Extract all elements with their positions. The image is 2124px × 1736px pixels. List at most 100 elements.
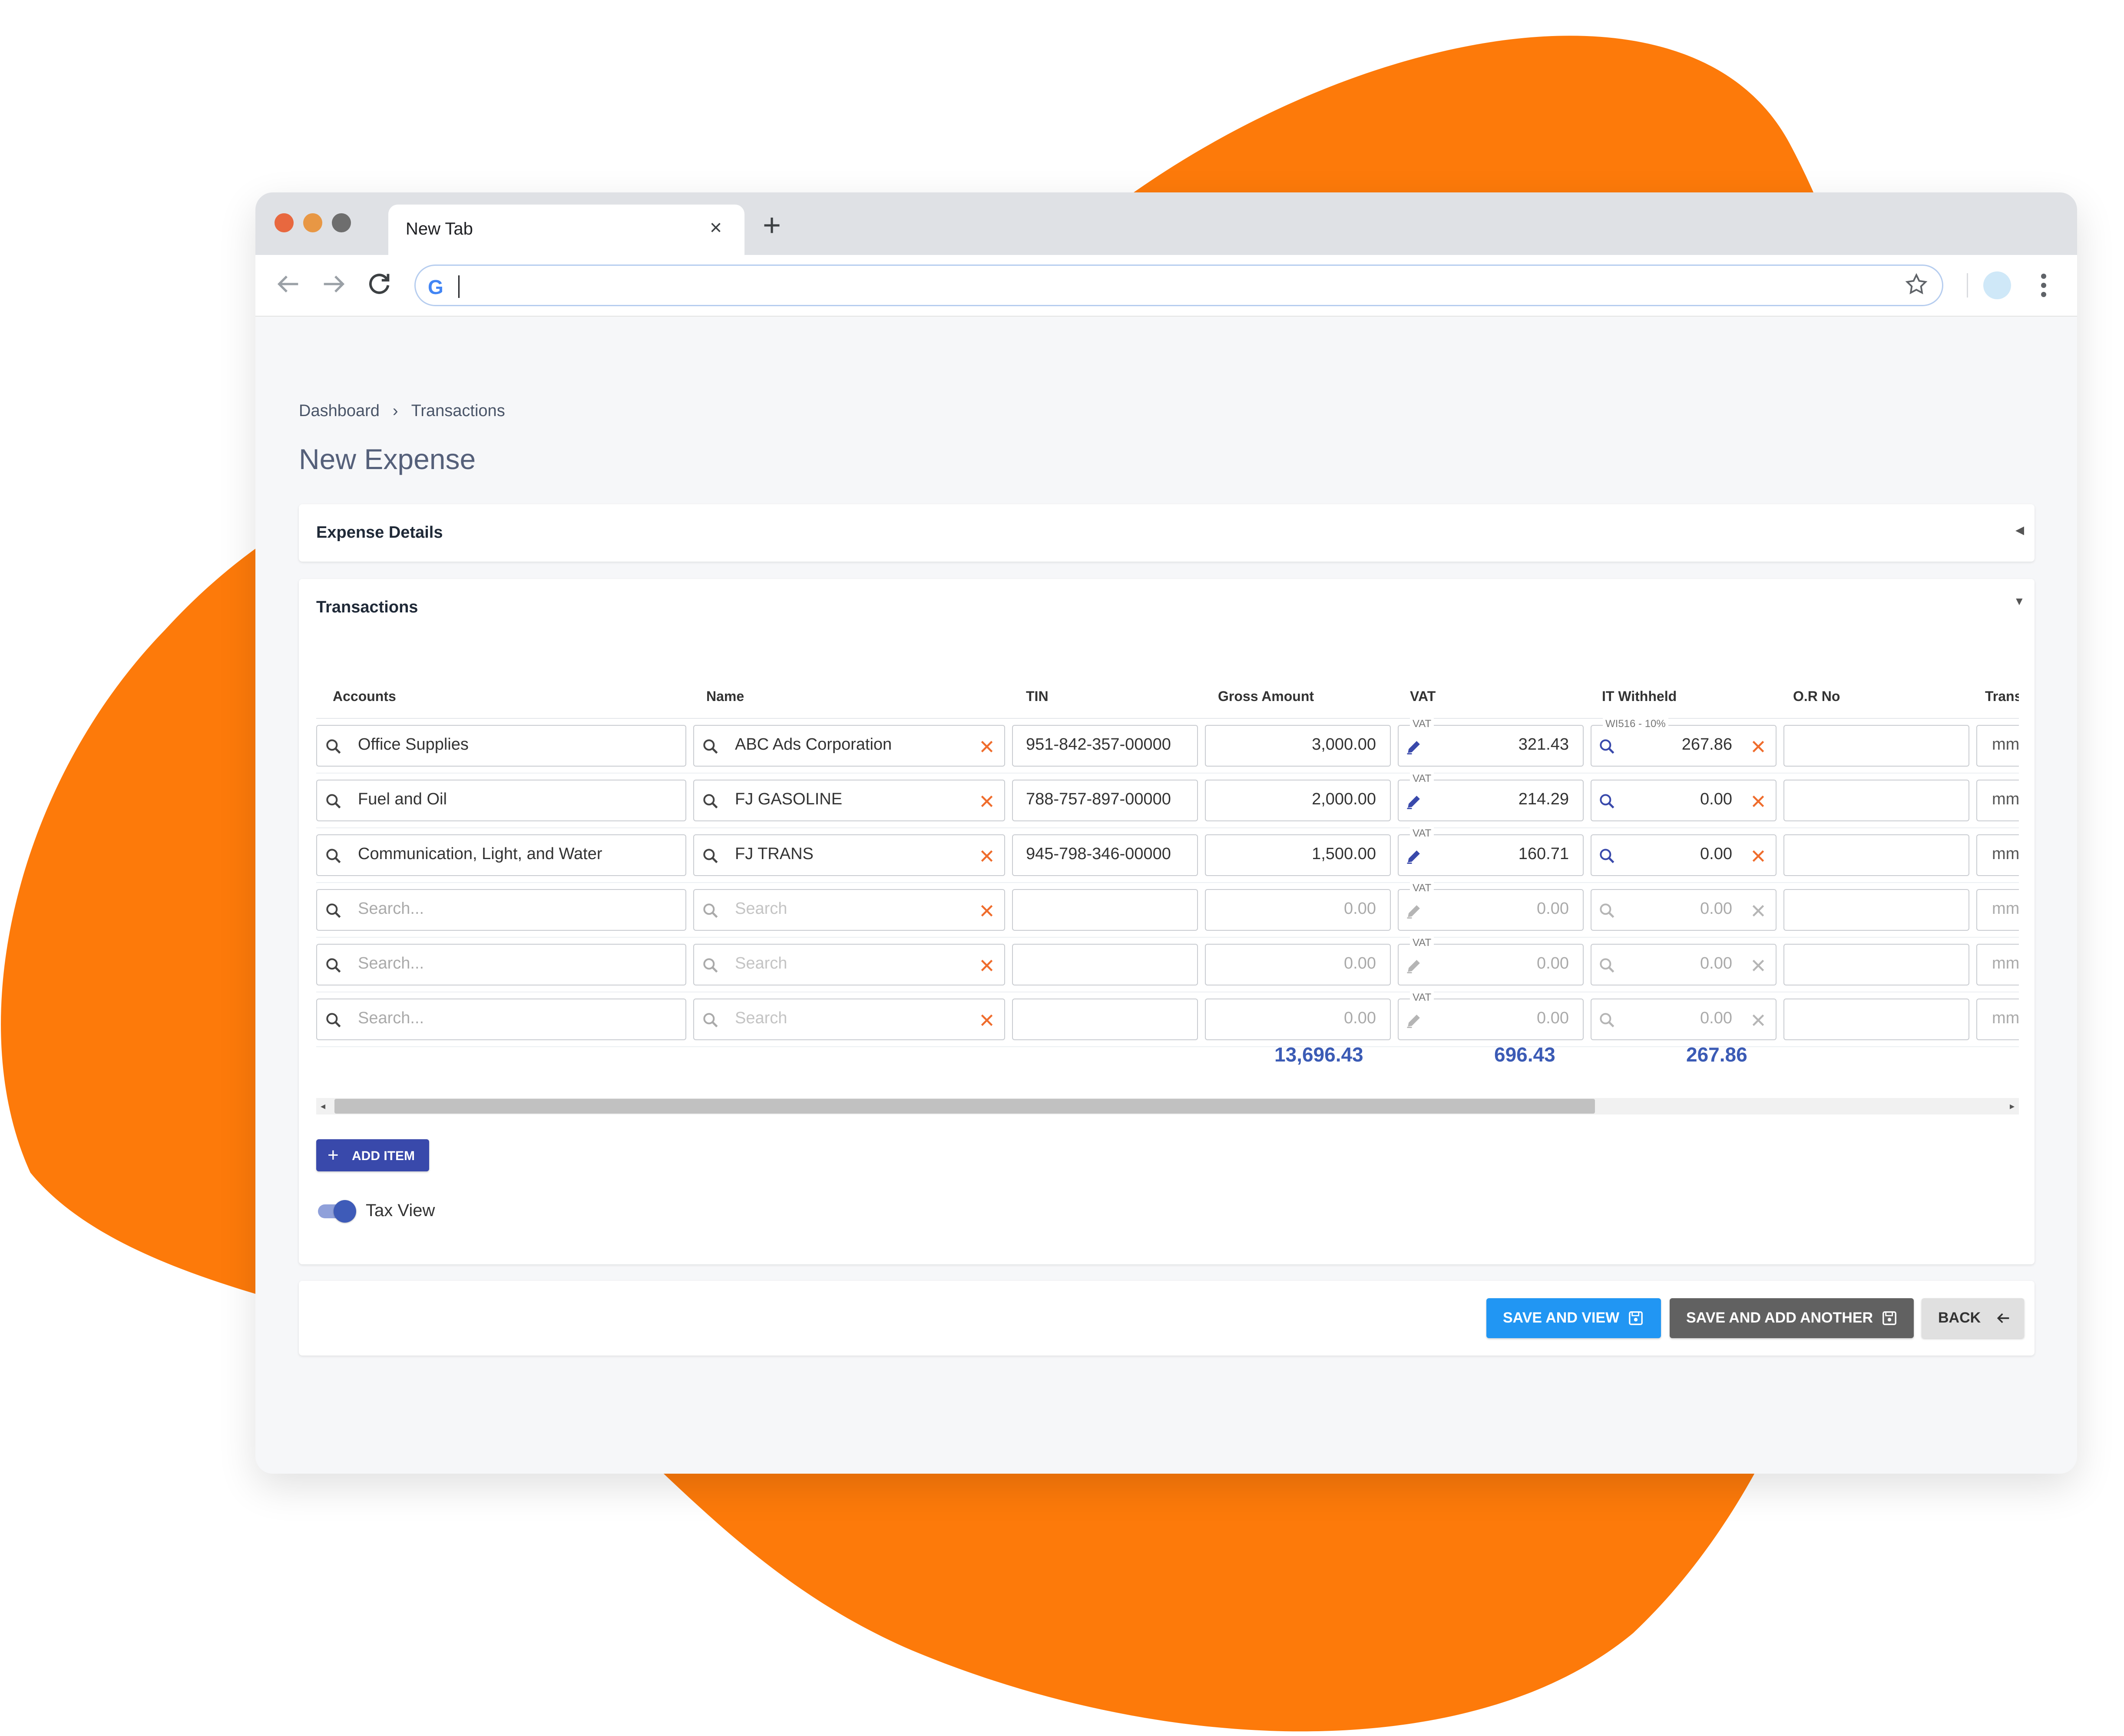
clear-icon[interactable]: [978, 957, 996, 974]
gross-amount-value: 2,000.00: [1312, 790, 1376, 808]
edit-pencil-icon[interactable]: [1405, 792, 1424, 811]
scroll-right-arrow-icon[interactable]: ▸: [2010, 1101, 2015, 1112]
edit-pencil-icon[interactable]: [1405, 901, 1424, 920]
clear-icon[interactable]: [978, 1012, 996, 1029]
caret-left-icon[interactable]: ◀: [2015, 523, 2024, 537]
tab-close-icon[interactable]: ×: [710, 216, 722, 240]
name-search-field[interactable]: ABC Ads Corporation: [693, 725, 1005, 767]
clear-icon[interactable]: [978, 847, 996, 865]
breadcrumb-transactions[interactable]: Transactions: [411, 402, 505, 420]
search-icon[interactable]: [1598, 792, 1617, 811]
expense-details-panel[interactable]: Expense Details ◀: [299, 504, 2035, 562]
it-withheld-field[interactable]: 0.00: [1591, 889, 1777, 931]
clear-icon[interactable]: [1750, 1012, 1767, 1029]
tin-field[interactable]: 951-842-357-00000: [1012, 725, 1198, 767]
forward-arrow-icon[interactable]: [319, 269, 349, 299]
search-icon[interactable]: [1598, 956, 1617, 975]
horizontal-scrollbar[interactable]: ◂ ▸: [316, 1098, 2019, 1114]
tax-view-toggle[interactable]: [316, 1197, 357, 1223]
caret-down-icon[interactable]: ▼: [2014, 595, 2025, 608]
name-search-field[interactable]: FJ GASOLINE: [693, 780, 1005, 821]
breadcrumb-dashboard[interactable]: Dashboard: [299, 402, 380, 420]
or-no-field[interactable]: [1783, 889, 1969, 931]
gross-amount-field[interactable]: 0.00: [1205, 889, 1391, 931]
clear-icon[interactable]: [1750, 957, 1767, 974]
account-search-field[interactable]: Fuel and Oil: [316, 780, 686, 821]
or-no-field[interactable]: [1783, 944, 1969, 985]
clear-icon[interactable]: [1750, 793, 1767, 810]
clear-icon[interactable]: [978, 902, 996, 919]
edit-pencil-icon[interactable]: [1405, 737, 1424, 756]
trans-date-field[interactable]: mm/: [1976, 944, 2019, 985]
clear-icon[interactable]: [1750, 738, 1767, 755]
close-window-dot[interactable]: [275, 213, 294, 232]
bookmark-star-icon[interactable]: [1904, 272, 1929, 297]
name-search-field[interactable]: Search: [693, 944, 1005, 985]
account-search-field[interactable]: Search...: [316, 944, 686, 985]
kebab-menu-icon[interactable]: [2037, 270, 2050, 301]
account-search-field[interactable]: Communication, Light, and Water: [316, 834, 686, 876]
trans-date-field[interactable]: mm/: [1976, 999, 2019, 1040]
name-search-field[interactable]: Search: [693, 999, 1005, 1040]
vat-field[interactable]: VAT 214.29: [1398, 773, 1584, 821]
it-withheld-field[interactable]: 0.00: [1591, 834, 1777, 876]
it-withheld-field[interactable]: 0.00: [1591, 944, 1777, 985]
name-search-field[interactable]: FJ TRANS: [693, 834, 1005, 876]
trans-date-field[interactable]: mm/: [1976, 834, 2019, 876]
vat-field[interactable]: VAT 160.71: [1398, 827, 1584, 876]
trans-date-field[interactable]: mm/: [1976, 780, 2019, 821]
trans-date-field[interactable]: mm/: [1976, 889, 2019, 931]
gross-amount-field[interactable]: 0.00: [1205, 944, 1391, 985]
vat-field[interactable]: VAT 0.00: [1398, 992, 1584, 1040]
search-icon[interactable]: [1598, 901, 1617, 920]
vat-field[interactable]: VAT 0.00: [1398, 882, 1584, 931]
maximize-window-dot[interactable]: [332, 213, 351, 232]
add-item-button[interactable]: + ADD ITEM: [316, 1139, 429, 1171]
or-no-field[interactable]: [1783, 999, 1969, 1040]
tin-field[interactable]: [1012, 944, 1198, 985]
clear-icon[interactable]: [1750, 902, 1767, 919]
or-no-field[interactable]: [1783, 780, 1969, 821]
edit-pencil-icon[interactable]: [1405, 956, 1424, 975]
it-withheld-field[interactable]: WI516 - 10% 267.86: [1591, 718, 1777, 767]
clear-icon[interactable]: [1750, 847, 1767, 865]
search-icon[interactable]: [1598, 847, 1617, 866]
gross-amount-field[interactable]: 3,000.00: [1205, 725, 1391, 767]
trans-date-field[interactable]: mm/: [1976, 725, 2019, 767]
scrollbar-thumb[interactable]: [334, 1099, 1595, 1114]
vat-field[interactable]: VAT 0.00: [1398, 937, 1584, 985]
vat-field[interactable]: VAT 321.43: [1398, 718, 1584, 767]
account-search-field[interactable]: Office Supplies: [316, 725, 686, 767]
back-arrow-icon[interactable]: [273, 269, 303, 299]
search-icon[interactable]: [1598, 1011, 1617, 1030]
or-no-field[interactable]: [1783, 725, 1969, 767]
or-no-field[interactable]: [1783, 834, 1969, 876]
it-withheld-field[interactable]: 0.00: [1591, 999, 1777, 1040]
search-icon[interactable]: [1598, 737, 1617, 756]
scroll-left-arrow-icon[interactable]: ◂: [321, 1101, 325, 1112]
edit-pencil-icon[interactable]: [1405, 1011, 1424, 1030]
save-and-add-another-button[interactable]: SAVE AND ADD ANOTHER: [1670, 1298, 1914, 1338]
account-search-field[interactable]: Search...: [316, 889, 686, 931]
account-search-field[interactable]: Search...: [316, 999, 686, 1040]
tin-field[interactable]: 945-798-346-00000: [1012, 834, 1198, 876]
tin-field[interactable]: 788-757-897-00000: [1012, 780, 1198, 821]
it-withheld-field[interactable]: 0.00: [1591, 780, 1777, 821]
clear-icon[interactable]: [978, 793, 996, 810]
tin-field[interactable]: [1012, 999, 1198, 1040]
minimize-window-dot[interactable]: [303, 213, 322, 232]
edit-pencil-icon[interactable]: [1405, 847, 1424, 866]
gross-amount-field[interactable]: 0.00: [1205, 999, 1391, 1040]
name-search-field[interactable]: Search: [693, 889, 1005, 931]
address-bar[interactable]: G: [414, 265, 1943, 306]
browser-tab[interactable]: New Tab ×: [388, 205, 744, 255]
gross-amount-field[interactable]: 1,500.00: [1205, 834, 1391, 876]
gross-amount-field[interactable]: 2,000.00: [1205, 780, 1391, 821]
reload-icon[interactable]: [364, 269, 394, 299]
clear-icon[interactable]: [978, 738, 996, 755]
save-and-view-button[interactable]: SAVE AND VIEW: [1486, 1298, 1661, 1338]
tin-field[interactable]: [1012, 889, 1198, 931]
profile-avatar[interactable]: [1983, 271, 2011, 299]
new-tab-icon[interactable]: +: [763, 208, 781, 243]
back-button[interactable]: BACK: [1922, 1298, 2024, 1338]
